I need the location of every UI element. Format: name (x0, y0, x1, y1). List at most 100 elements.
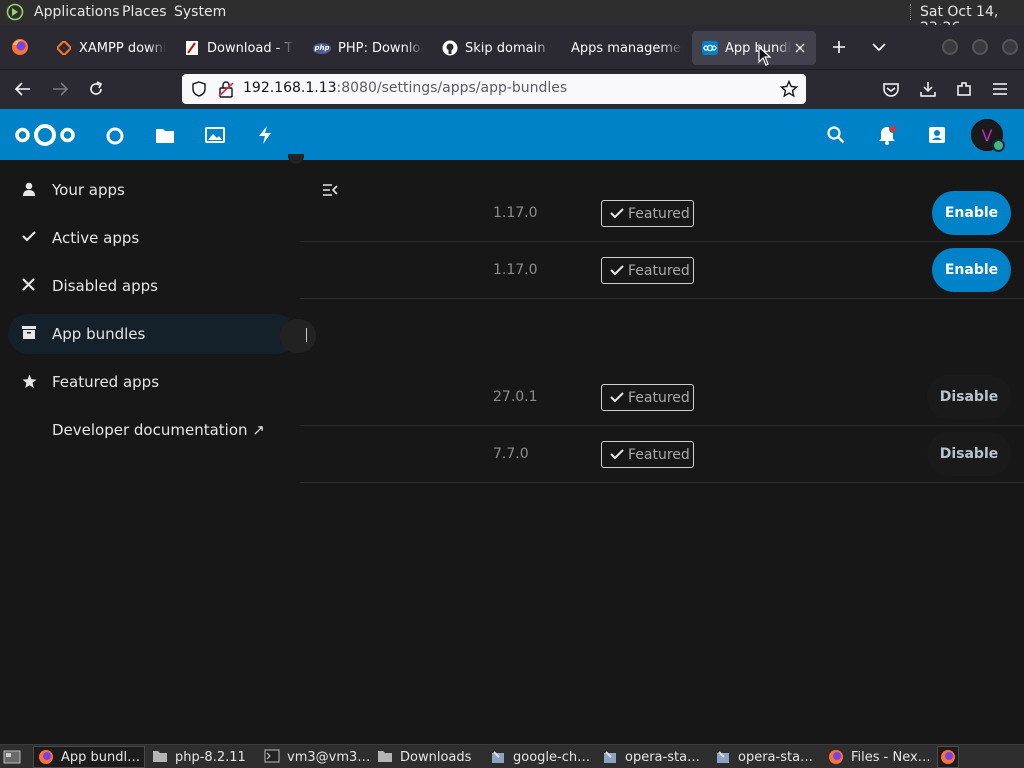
insecure-lock-icon[interactable] (218, 81, 234, 98)
show-desktop-icon[interactable] (3, 749, 21, 765)
document-icon (184, 40, 200, 56)
disable-button[interactable]: Disable (927, 375, 1011, 419)
downloads-icon[interactable] (919, 80, 937, 98)
nextcloud-header: V (0, 109, 1024, 160)
dashboard-icon[interactable] (105, 126, 125, 146)
extensions-icon[interactable] (955, 80, 973, 98)
sidebar-item-developer-documentation[interactable]: Developer documentation ↗ (8, 410, 296, 450)
url-path: :8080/settings/apps/app-bundles (336, 80, 568, 96)
url-host: 192.168.1.13 (243, 80, 337, 96)
system-menu[interactable]: System (174, 4, 226, 20)
search-icon[interactable] (827, 126, 845, 144)
tab-apps-management[interactable]: Apps managemen (561, 31, 683, 65)
featured-label: Featured (628, 389, 690, 406)
taskbar-item-label: php-8.2.11 (175, 749, 246, 765)
row-divider (300, 298, 1024, 299)
taskbar-item-app-bundles[interactable]: App bundl… (33, 746, 145, 768)
places-menu[interactable]: Places (122, 4, 167, 20)
tab-title: Skip domain v (465, 40, 552, 56)
reload-icon[interactable] (87, 80, 105, 98)
taskbar-item-label: opera-sta… (738, 749, 814, 765)
table-row[interactable]: 1.17.0 Featured Enable (300, 242, 1024, 298)
close-icon (22, 278, 35, 291)
tab-title: Apps managemen (571, 40, 683, 56)
activity-lightning-icon[interactable] (257, 125, 273, 145)
taskbar-item-files-nextcloud[interactable]: Files - Nex… (824, 746, 936, 768)
bookmark-star-icon[interactable] (780, 80, 798, 98)
tab-download[interactable]: Download - Th (174, 31, 294, 65)
sidebar-item-label: Developer documentation ↗ (52, 421, 265, 439)
table-row[interactable]: 1.17.0 Featured Enable (300, 187, 1024, 241)
sidebar-item-active-apps[interactable]: Active apps (8, 218, 296, 258)
check-icon (610, 207, 624, 218)
taskbar-item-terminal[interactable]: vm3@vm3… (260, 746, 372, 768)
disable-button[interactable]: Disable (927, 432, 1011, 476)
firefox-icon (39, 750, 53, 764)
taskbar-item-downloads[interactable]: Downloads (373, 746, 485, 768)
distro-logo-icon[interactable] (6, 3, 24, 21)
new-tab-icon[interactable] (831, 39, 847, 55)
tab-title: Download - Th (207, 40, 294, 56)
package-icon (717, 751, 729, 763)
app-navigation-sidebar: Your apps Active apps Disabled apps App … (0, 160, 300, 744)
sidebar-item-disabled-apps[interactable]: Disabled apps (8, 266, 296, 306)
close-window-icon[interactable] (1002, 39, 1018, 55)
featured-badge: Featured (601, 441, 694, 468)
app-version: 7.7.0 (493, 446, 529, 462)
folder-icon (378, 751, 392, 762)
taskbar-item-php[interactable]: php-8.2.11 (148, 746, 256, 768)
app-version: 1.17.0 (493, 262, 538, 278)
system-top-panel: Applications Places System Sat Oct 14, 2… (0, 0, 1024, 36)
tab-app-bundles[interactable]: App bundle (692, 31, 816, 65)
nextcloud-logo-icon[interactable] (14, 123, 76, 147)
contacts-icon[interactable] (927, 125, 947, 145)
firefox-icon (941, 750, 955, 764)
sidebar-item-label: Your apps (52, 181, 125, 199)
files-folder-icon[interactable] (155, 126, 175, 144)
tab-title: PHP: Downloa (338, 40, 423, 56)
url-text[interactable]: 192.168.1.13:8080/settings/apps/app-bund… (243, 80, 567, 96)
terminal-icon (264, 749, 280, 763)
url-bar[interactable]: 192.168.1.13:8080/settings/apps/app-bund… (182, 74, 806, 104)
featured-label: Featured (628, 446, 690, 463)
taskbar-item-label: opera-sta… (625, 749, 701, 765)
check-icon (610, 448, 624, 459)
tab-list-chevron-down-icon[interactable] (871, 40, 887, 54)
folder-icon (153, 751, 167, 762)
scroll-shadow (288, 154, 304, 164)
tab-php[interactable]: php PHP: Downloa (303, 31, 423, 65)
back-arrow-icon[interactable] (14, 81, 32, 97)
online-status-badge (992, 139, 1005, 152)
enable-button[interactable]: Enable (932, 191, 1011, 235)
pocket-icon[interactable] (882, 81, 900, 97)
applications-menu[interactable]: Applications (34, 4, 120, 20)
maximize-window-icon[interactable] (972, 39, 988, 55)
tab-xampp[interactable]: XAMPP downl (46, 31, 166, 65)
bundle-toggle-mark (306, 328, 307, 342)
php-icon: php (313, 42, 331, 54)
forward-arrow-icon (53, 82, 69, 96)
tab-github[interactable]: Skip domain v (432, 31, 552, 65)
bundle-toggle-button[interactable] (280, 319, 316, 353)
close-tab-icon[interactable] (794, 42, 806, 54)
minimize-window-icon[interactable] (942, 39, 958, 55)
user-icon (23, 182, 35, 196)
taskbar-item-opera-1[interactable]: opera-sta… (598, 746, 710, 768)
notifications-bell-icon[interactable] (877, 125, 897, 145)
hamburger-menu-icon[interactable] (991, 81, 1009, 97)
firefox-icon[interactable] (11, 38, 29, 56)
photos-icon[interactable] (205, 126, 225, 144)
shield-icon[interactable] (191, 81, 207, 97)
avatar-letter: V (981, 125, 993, 145)
enable-button[interactable]: Enable (932, 248, 1011, 292)
sidebar-item-app-bundles[interactable]: App bundles (8, 314, 296, 354)
taskbar-item-google-chrome[interactable]: google-ch… (486, 746, 598, 768)
table-row[interactable]: 27.0.1 Featured Disable (300, 369, 1024, 425)
package-icon (604, 751, 616, 763)
taskbar-item-opera-2[interactable]: opera-sta… (711, 746, 823, 768)
taskbar-extra-window[interactable] (937, 746, 959, 768)
table-row[interactable]: 7.7.0 Featured Disable (300, 426, 1024, 482)
featured-label: Featured (628, 205, 690, 222)
sidebar-item-featured-apps[interactable]: Featured apps (8, 362, 296, 402)
sidebar-item-your-apps[interactable]: Your apps (8, 170, 296, 210)
